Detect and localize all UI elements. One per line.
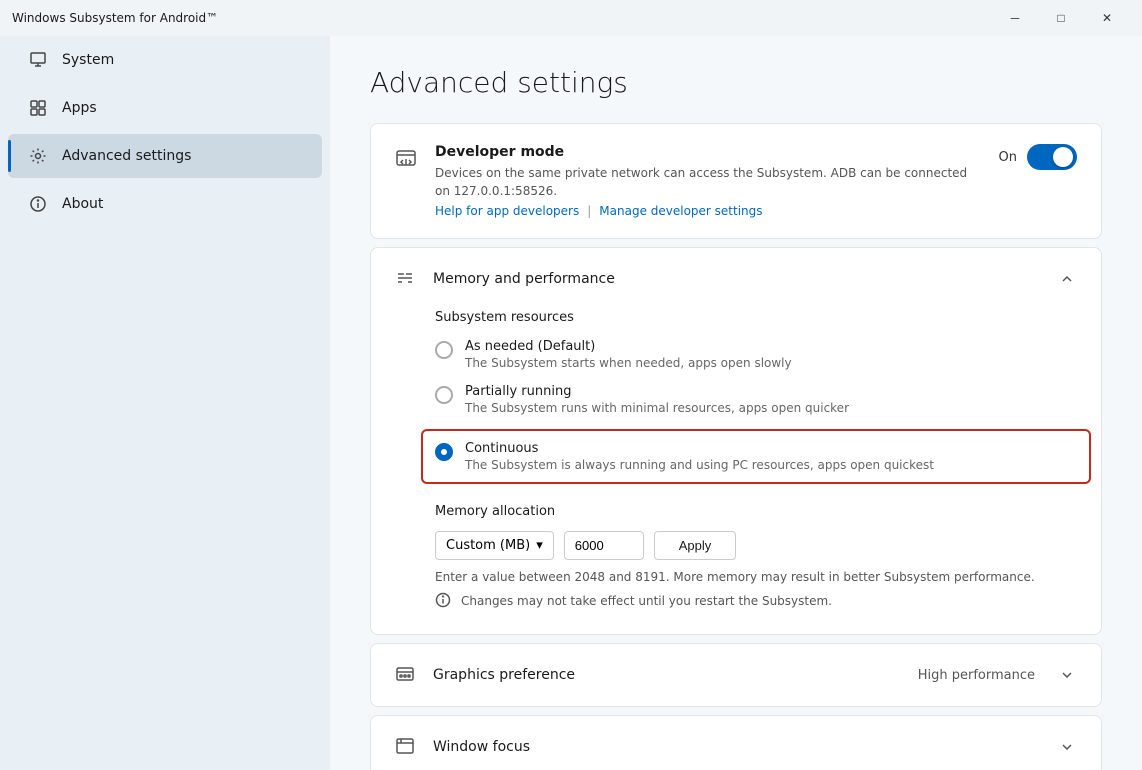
monitor-icon — [28, 50, 48, 70]
apply-button[interactable]: Apply — [654, 531, 737, 560]
memory-dropdown-value: Custom (MB) — [446, 538, 530, 553]
graphics-icon — [395, 664, 419, 688]
sidebar-advanced-settings-label: Advanced settings — [62, 148, 191, 164]
developer-mode-header: Developer mode Devices on the same priva… — [371, 124, 1101, 238]
radio-continuous-desc: The Subsystem is always running and usin… — [465, 458, 1077, 472]
minimize-button[interactable]: ─ — [992, 2, 1038, 34]
sidebar-item-advanced-settings[interactable]: Advanced settings — [8, 134, 322, 178]
radio-continuous: Continuous The Subsystem is always runni… — [421, 429, 1091, 484]
window-icon — [395, 736, 419, 760]
titlebar: Windows Subsystem for Android™ ─ □ ✕ — [0, 0, 1142, 36]
grid-icon — [28, 98, 48, 118]
memory-input[interactable] — [564, 531, 644, 560]
app-layout: System Apps Advanced settings — [0, 36, 1142, 770]
developer-mode-desc: Devices on the same private network can … — [435, 164, 983, 200]
app-title: Windows Subsystem for Android™ — [12, 11, 218, 25]
radio-partially-running-label: Partially running — [465, 384, 1077, 399]
gear-icon — [28, 146, 48, 166]
memory-performance-icon — [395, 268, 419, 292]
radio-as-needed-button[interactable] — [435, 341, 453, 359]
developer-mode-card: Developer mode Devices on the same priva… — [370, 123, 1102, 239]
developer-mode-content: Developer mode Devices on the same priva… — [435, 144, 983, 218]
sidebar-item-apps[interactable]: Apps — [8, 86, 322, 130]
window-focus-title: Window focus — [433, 739, 1043, 755]
window-focus-chevron — [1057, 737, 1077, 757]
main-content: Advanced settings Developer mode Devices… — [330, 36, 1142, 770]
sidebar-apps-label: Apps — [62, 100, 97, 116]
memory-performance-header[interactable]: Memory and performance — [371, 248, 1101, 310]
memory-allocation-title: Memory allocation — [435, 504, 1077, 519]
radio-as-needed-desc: The Subsystem starts when needed, apps o… — [465, 356, 1077, 370]
sidebar: System Apps Advanced settings — [0, 36, 330, 770]
memory-performance-card: Memory and performance Subsystem resourc… — [370, 247, 1102, 635]
info-circle-icon — [435, 592, 453, 610]
sidebar-system-label: System — [62, 52, 114, 68]
radio-as-needed-label: As needed (Default) — [465, 339, 1077, 354]
graphics-preference-title: Graphics preference — [433, 667, 904, 683]
developer-mode-toggle-area: On — [999, 144, 1077, 170]
developer-mode-toggle[interactable] — [1027, 144, 1077, 170]
maximize-button[interactable]: □ — [1038, 2, 1084, 34]
memory-dropdown[interactable]: Custom (MB) ▾ — [435, 531, 554, 560]
radio-partially-running-desc: The Subsystem runs with minimal resource… — [465, 401, 1077, 415]
memory-controls: Custom (MB) ▾ Apply — [435, 531, 1077, 560]
window-focus-header[interactable]: Window focus — [371, 716, 1101, 770]
radio-continuous-text: Continuous The Subsystem is always runni… — [465, 441, 1077, 472]
radio-partially-running-button[interactable] — [435, 386, 453, 404]
sidebar-about-label: About — [62, 196, 103, 212]
radio-continuous-label: Continuous — [465, 441, 1077, 456]
memory-performance-chevron — [1057, 269, 1077, 289]
sidebar-item-system[interactable]: System — [8, 38, 322, 82]
developer-mode-icon — [395, 146, 419, 170]
memory-warning-row: Changes may not take effect until you re… — [435, 592, 1077, 610]
memory-hint: Enter a value between 2048 and 8191. Mor… — [435, 570, 1077, 584]
subsystem-resources-title: Subsystem resources — [435, 310, 1077, 325]
memory-performance-title: Memory and performance — [433, 271, 1043, 287]
memory-performance-body: Subsystem resources As needed (Default) … — [371, 310, 1101, 634]
radio-as-needed: As needed (Default) The Subsystem starts… — [435, 339, 1077, 370]
radio-as-needed-text: As needed (Default) The Subsystem starts… — [465, 339, 1077, 370]
radio-partially-running: Partially running The Subsystem runs wit… — [435, 384, 1077, 415]
toggle-on-label: On — [999, 150, 1017, 165]
toggle-thumb — [1053, 147, 1073, 167]
link-separator: | — [587, 204, 591, 218]
page-title: Advanced settings — [370, 66, 1102, 99]
close-button[interactable]: ✕ — [1084, 2, 1130, 34]
dropdown-chevron-icon: ▾ — [536, 538, 543, 553]
radio-continuous-button[interactable] — [435, 443, 453, 461]
info-icon — [28, 194, 48, 214]
graphics-preference-chevron — [1057, 665, 1077, 685]
graphics-preference-card: Graphics preference High performance — [370, 643, 1102, 707]
radio-partially-running-text: Partially running The Subsystem runs wit… — [465, 384, 1077, 415]
window-controls: ─ □ ✕ — [992, 2, 1130, 34]
help-for-app-developers-link[interactable]: Help for app developers — [435, 204, 579, 218]
developer-mode-title: Developer mode — [435, 144, 983, 160]
manage-developer-settings-link[interactable]: Manage developer settings — [599, 204, 762, 218]
graphics-preference-value: High performance — [918, 668, 1035, 683]
memory-warning-text: Changes may not take effect until you re… — [461, 594, 832, 608]
sidebar-item-about[interactable]: About — [8, 182, 322, 226]
graphics-preference-header[interactable]: Graphics preference High performance — [371, 644, 1101, 706]
window-focus-card: Window focus — [370, 715, 1102, 770]
developer-mode-links: Help for app developers | Manage develop… — [435, 204, 983, 218]
